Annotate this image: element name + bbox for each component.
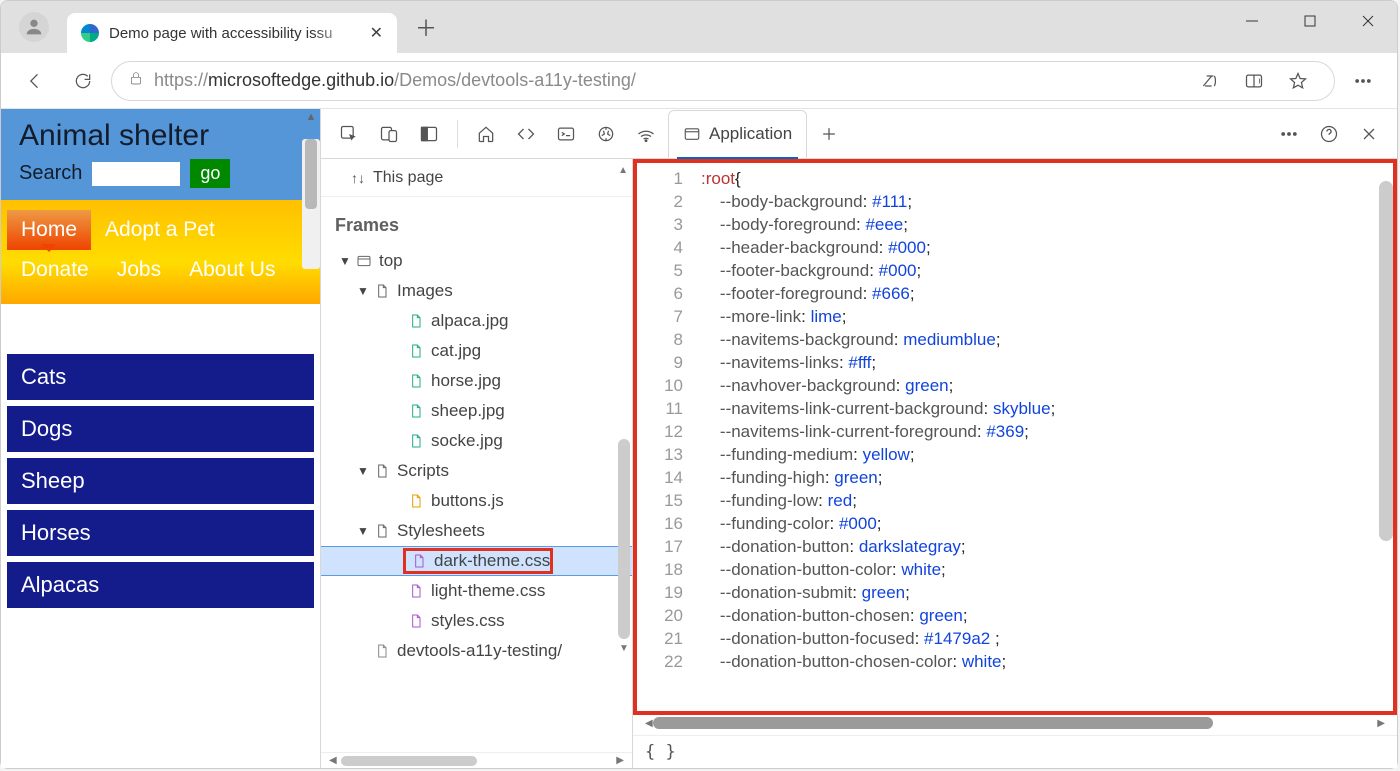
- code-vertical-scrollbar[interactable]: [1379, 163, 1393, 711]
- tree-item-styles-css[interactable]: styles.css: [321, 606, 632, 636]
- url-text: https://microsoftedge.github.io/Demos/de…: [154, 70, 1170, 91]
- tab-close-icon[interactable]: ✕: [370, 23, 383, 43]
- scroll-up-arrow[interactable]: ▲: [618, 165, 628, 176]
- this-page-label: This page: [373, 169, 443, 187]
- tree-item-document[interactable]: devtools-a11y-testing/: [321, 636, 632, 666]
- rendered-page: ▲ Animal shelter Search go HomeAdopt a P…: [1, 109, 320, 768]
- read-aloud-icon[interactable]: [1190, 61, 1230, 101]
- titlebar: Demo page with accessibility issu ✕ ＋: [1, 1, 1397, 53]
- dock-side-icon[interactable]: [411, 116, 447, 152]
- frames-horizontal-scrollbar[interactable]: ◀▶: [321, 752, 632, 768]
- device-emulation-icon[interactable]: [371, 116, 407, 152]
- nav-item-jobs[interactable]: Jobs: [103, 250, 175, 290]
- network-tab-icon[interactable]: [628, 116, 664, 152]
- nav-item-adopt-a-pet[interactable]: Adopt a Pet: [91, 210, 229, 250]
- favorite-icon[interactable]: [1278, 61, 1318, 101]
- lock-icon: [128, 70, 144, 91]
- tree-item-top[interactable]: ▼top: [321, 246, 632, 276]
- tree-item-images[interactable]: ▼Images: [321, 276, 632, 306]
- tree-item-cat-jpg[interactable]: cat.jpg: [321, 336, 632, 366]
- sort-icon[interactable]: ↑↓: [351, 170, 365, 186]
- frames-section-header: Frames: [321, 209, 632, 246]
- tree-item-dark-theme-css[interactable]: dark-theme.css: [321, 546, 632, 576]
- tree-item-buttons-js[interactable]: buttons.js: [321, 486, 632, 516]
- nav-item-home[interactable]: Home: [7, 210, 91, 250]
- devtools-close-icon[interactable]: [1351, 116, 1387, 152]
- tree-item-alpaca-jpg[interactable]: alpaca.jpg: [321, 306, 632, 336]
- maximize-button[interactable]: [1281, 1, 1339, 41]
- search-go-button[interactable]: go: [190, 159, 230, 188]
- welcome-tab-icon[interactable]: [468, 116, 504, 152]
- tree-item-horse-jpg[interactable]: horse.jpg: [321, 366, 632, 396]
- minimize-button[interactable]: [1223, 1, 1281, 41]
- close-window-button[interactable]: [1339, 1, 1397, 41]
- profile-avatar[interactable]: [19, 12, 49, 42]
- search-input[interactable]: [92, 162, 180, 186]
- more-button[interactable]: [1343, 61, 1383, 101]
- code-footer: { }: [633, 735, 1397, 768]
- code-horizontal-scrollbar[interactable]: ◀ ▶: [637, 715, 1393, 731]
- site-title: Animal shelter: [19, 119, 302, 153]
- edge-favicon: [81, 24, 99, 42]
- reading-view-icon[interactable]: [1234, 61, 1274, 101]
- application-tab-label: Application: [709, 124, 792, 144]
- main-nav: HomeAdopt a PetDonateJobsAbout Us: [1, 200, 320, 304]
- back-button[interactable]: [15, 61, 55, 101]
- nav-item-about-us[interactable]: About Us: [175, 250, 289, 290]
- category-nav: Cats Dogs Sheep Horses Alpacas: [1, 304, 320, 608]
- category-link-alpacas[interactable]: Alpacas: [7, 562, 314, 608]
- category-link-dogs[interactable]: Dogs: [7, 406, 314, 452]
- frames-vertical-scrollbar[interactable]: ▼: [618, 209, 630, 654]
- refresh-button[interactable]: [63, 61, 103, 101]
- tree-item-sheep-jpg[interactable]: sheep.jpg: [321, 396, 632, 426]
- application-tab[interactable]: Application: [668, 110, 807, 158]
- devtools-more-icon[interactable]: [1271, 116, 1307, 152]
- category-link-cats[interactable]: Cats: [7, 354, 314, 400]
- help-icon[interactable]: [1311, 116, 1347, 152]
- tab-title: Demo page with accessibility issu: [109, 25, 362, 42]
- tree-item-light-theme-css[interactable]: light-theme.css: [321, 576, 632, 606]
- tree-item-scripts[interactable]: ▼Scripts: [321, 456, 632, 486]
- site-header: Animal shelter Search go: [1, 109, 320, 200]
- tree-item-socke-jpg[interactable]: socke.jpg: [321, 426, 632, 456]
- sources-tab-icon[interactable]: [588, 116, 624, 152]
- more-tabs-button[interactable]: [811, 116, 847, 152]
- application-sidebar: ↑↓ This page ▲ Frames ▼top▼Imagesalpaca.…: [321, 159, 633, 768]
- tree-item-stylesheets[interactable]: ▼Stylesheets: [321, 516, 632, 546]
- console-tab-icon[interactable]: [548, 116, 584, 152]
- category-link-sheep[interactable]: Sheep: [7, 458, 314, 504]
- source-viewer: 12345678910111213141516171819202122 :roo…: [633, 159, 1397, 768]
- new-tab-button[interactable]: ＋: [411, 7, 441, 47]
- devtools-panel: Application ↑↓ This page ▲: [320, 109, 1397, 768]
- elements-tab-icon[interactable]: [508, 116, 544, 152]
- browser-tab[interactable]: Demo page with accessibility issu ✕: [67, 13, 397, 53]
- devtools-toolbar: Application: [321, 109, 1397, 159]
- browser-toolbar: https://microsoftedge.github.io/Demos/de…: [1, 53, 1397, 109]
- search-label: Search: [19, 162, 82, 185]
- page-scrollbar[interactable]: ▲: [302, 109, 320, 269]
- address-bar[interactable]: https://microsoftedge.github.io/Demos/de…: [111, 61, 1335, 101]
- category-link-horses[interactable]: Horses: [7, 510, 314, 556]
- source-code-area[interactable]: 12345678910111213141516171819202122 :roo…: [633, 159, 1397, 715]
- inspect-element-icon[interactable]: [331, 116, 367, 152]
